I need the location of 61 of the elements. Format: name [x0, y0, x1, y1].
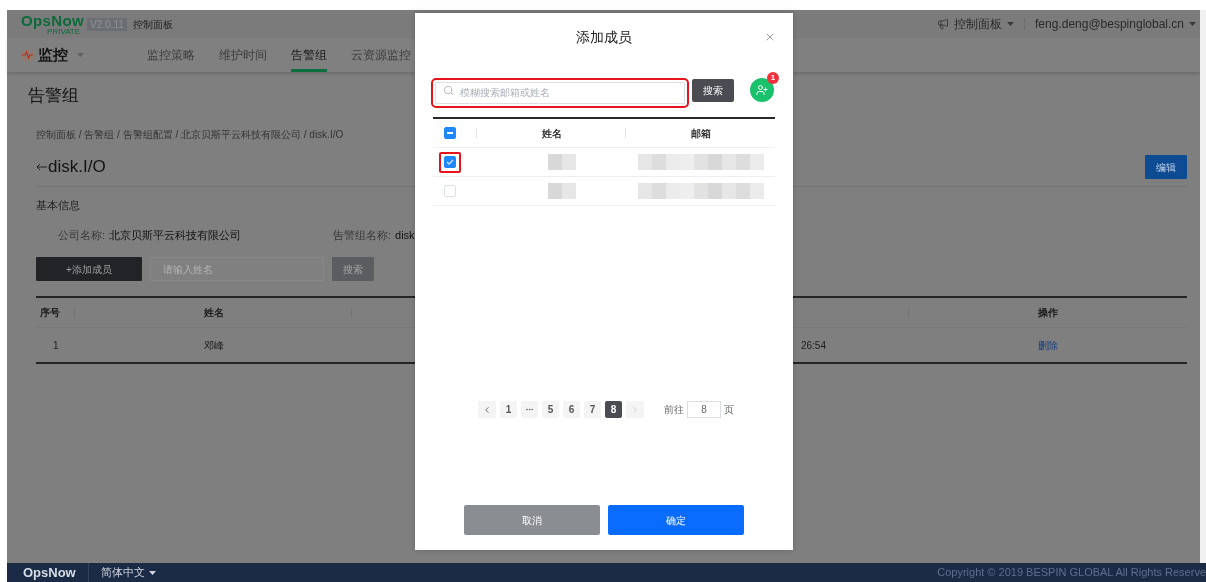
field-value: disk: [395, 227, 415, 243]
dashboard-menu[interactable]: 控制面板: [954, 15, 1003, 33]
location-label: 控制面板: [132, 17, 173, 32]
add-user-icon[interactable]: [750, 78, 774, 102]
breadcrumb: 控制面板 / 告警组 / 告警组配置 / 北京贝斯平云科技有限公司 / disk.I/O: [36, 129, 344, 141]
page-button[interactable]: 5: [542, 401, 559, 418]
chevron-left-icon: [482, 404, 492, 415]
checkbox[interactable]: [444, 156, 456, 168]
caret-icon: [1007, 22, 1015, 26]
jump-label: 前往: [664, 403, 684, 417]
language-menu[interactable]: 简体中文: [100, 564, 156, 581]
megaphone-icon: [937, 18, 950, 30]
caret-icon: [148, 570, 156, 575]
section-menu[interactable]: 监控: [38, 43, 68, 67]
group-title: disk.I/O: [48, 156, 106, 179]
page-button[interactable]: 7: [584, 401, 601, 418]
count-badge: 1: [767, 72, 779, 84]
nav-tab[interactable]: 监控策略: [147, 38, 195, 72]
caret-icon: [77, 53, 84, 57]
back-arrow-icon[interactable]: [36, 163, 47, 171]
footer-logo: OpsNow: [23, 563, 76, 582]
pulse-icon: [21, 49, 34, 61]
add-member-button[interactable]: +添加成员: [36, 257, 142, 281]
confirm-button[interactable]: 确定: [608, 505, 744, 535]
cancel-button[interactable]: 取消: [464, 505, 600, 535]
caret-icon: [1189, 22, 1196, 26]
search-button[interactable]: 搜索: [332, 257, 374, 281]
ellipsis-icon: [525, 405, 534, 414]
column-header: 姓名: [204, 306, 224, 320]
field-label: 告警组名称:: [333, 227, 392, 243]
page-input[interactable]: 8: [687, 401, 721, 418]
table-cell-text: 26:54: [800, 338, 826, 353]
edit-button[interactable]: 编辑: [1145, 155, 1187, 179]
page-button[interactable]: 6: [563, 401, 580, 418]
column-header: 操作: [1037, 306, 1058, 320]
close-icon[interactable]: [764, 31, 776, 43]
table-cell-text: 邓峰: [204, 338, 224, 353]
field-value: 北京贝斯平云科技有限公司: [109, 227, 242, 243]
search-icon: [443, 85, 454, 96]
delete-link[interactable]: 删除: [1037, 337, 1058, 353]
table-cell: 1: [53, 339, 59, 351]
dialog-search-button[interactable]: 搜索: [692, 78, 734, 102]
page-button[interactable]: 1: [500, 401, 517, 418]
column-header: 序号: [40, 306, 60, 320]
column-header: 邮箱: [690, 126, 711, 141]
redacted-name: [547, 183, 576, 199]
nav-tab[interactable]: 云资源监控: [351, 38, 411, 72]
logo-subtitle: PRIVATE: [47, 27, 81, 36]
field-label: 公司名称:: [58, 227, 106, 243]
chevron-right-icon: [630, 404, 640, 415]
section-title: 基本信息: [36, 198, 81, 213]
nav-tab[interactable]: 告警组: [291, 38, 327, 72]
dialog-title: 添加成员: [576, 27, 632, 47]
column-header: 姓名: [541, 126, 562, 141]
nav-tab[interactable]: 维护时间: [219, 38, 267, 72]
jump-suffix: 页: [724, 403, 734, 417]
checkbox[interactable]: [444, 127, 456, 139]
user-menu[interactable]: feng.deng@bespinglobal.cn: [1035, 15, 1184, 33]
page-button[interactable]: 8: [605, 401, 622, 418]
redacted-name: [547, 154, 576, 170]
page-title: 告警组: [28, 85, 79, 108]
